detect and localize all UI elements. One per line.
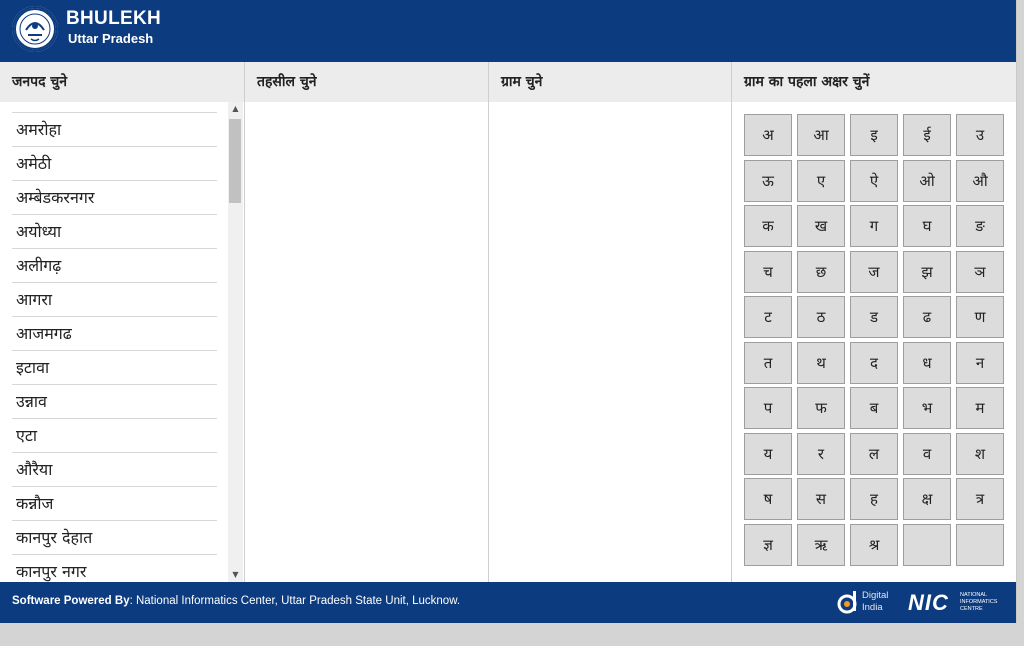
district-list-item[interactable]: अलीगढ़ bbox=[12, 248, 217, 282]
tehsil-panel[interactable] bbox=[245, 102, 489, 582]
tehsil-column-header: तहसील चुने bbox=[245, 62, 489, 102]
district-list-item[interactable]: आगरा bbox=[12, 282, 217, 316]
letter-button[interactable]: थ bbox=[797, 341, 845, 384]
letter-button[interactable]: ठ bbox=[797, 296, 845, 338]
letter-button[interactable]: ष bbox=[744, 478, 792, 520]
site-subtitle: Uttar Pradesh bbox=[68, 31, 154, 46]
digital-india-text-line1: Digital bbox=[862, 590, 889, 601]
letter-button[interactable]: त bbox=[744, 341, 792, 384]
nic-logo-text: NIC bbox=[908, 590, 949, 615]
letter-button[interactable]: ध bbox=[903, 341, 951, 384]
footer-credit-text: : National Informatics Center, Uttar Pra… bbox=[129, 595, 461, 607]
letter-button[interactable]: झ bbox=[903, 250, 951, 293]
site-footer: Software Powered By: National Informatic… bbox=[0, 582, 1016, 623]
district-list-items: अमरोहा अमेठी अम्बेडकरनगर अयोध्या अलीगढ़ आगरा आ… bbox=[0, 112, 217, 582]
nic-full-name-line3: CENTRE bbox=[960, 606, 983, 612]
letter-button[interactable]: ञ bbox=[956, 250, 1004, 293]
letter-button[interactable]: इ bbox=[850, 114, 898, 156]
letter-button[interactable]: आ bbox=[797, 114, 845, 156]
letter-button[interactable]: न bbox=[956, 341, 1004, 384]
nic-full-name-line2: INFORMATICS bbox=[960, 599, 998, 605]
district-list-item[interactable]: कन्नौज bbox=[12, 486, 217, 520]
letter-button[interactable]: उ bbox=[956, 114, 1004, 156]
district-list-item[interactable]: अम्बेडकरनगर bbox=[12, 180, 217, 214]
letter-button[interactable]: ग bbox=[850, 205, 898, 247]
letter-button[interactable]: ढ bbox=[903, 296, 951, 338]
letter-button[interactable]: क्ष bbox=[903, 478, 951, 520]
scrollbar-thumb[interactable] bbox=[229, 119, 241, 203]
letter-button[interactable]: ण bbox=[956, 296, 1004, 338]
letter-button[interactable]: ज bbox=[850, 250, 898, 293]
letter-button[interactable]: ऐ bbox=[850, 159, 898, 202]
empty-letter-button bbox=[903, 523, 951, 566]
district-list[interactable]: अमरोहा अमेठी अम्बेडकरनगर अयोध्या अलीगढ़ आगरा आ… bbox=[0, 102, 228, 582]
first-letter-column-header: ग्राम का पहला अक्षर चुनें bbox=[744, 74, 870, 90]
digital-india-icon bbox=[837, 591, 857, 614]
district-list-item[interactable]: इटावा bbox=[12, 350, 217, 384]
nic-logo[interactable]: NIC NATIONAL INFORMATICS CENTRE bbox=[908, 590, 1008, 616]
letter-button[interactable]: ह bbox=[850, 478, 898, 520]
district-list-item[interactable]: अमेठी bbox=[12, 146, 217, 180]
district-list-item[interactable]: उन्नाव bbox=[12, 384, 217, 418]
site-title: BHULEKH bbox=[66, 8, 161, 29]
letter-button[interactable]: औ bbox=[956, 159, 1004, 202]
footer-credit-label: Software Powered By bbox=[12, 595, 130, 607]
letter-button[interactable]: प bbox=[744, 387, 792, 429]
digital-india-logo[interactable]: Digital India bbox=[836, 589, 894, 617]
letter-button[interactable]: क bbox=[744, 205, 792, 247]
scroll-down-arrow-icon[interactable]: ▼ bbox=[228, 568, 243, 582]
village-column-header: ग्राम चुने bbox=[489, 62, 732, 102]
letter-button[interactable]: ट bbox=[744, 296, 792, 338]
letter-button[interactable]: च bbox=[744, 250, 792, 293]
district-list-item[interactable]: अयोध्या bbox=[12, 214, 217, 248]
letter-button[interactable]: ख bbox=[797, 205, 845, 247]
site-header: BHULEKH Uttar Pradesh bbox=[0, 0, 1016, 62]
letter-button[interactable]: ऋ bbox=[797, 523, 845, 566]
district-list-scrollbar[interactable]: ▲ ▼ bbox=[228, 102, 243, 582]
district-list-item[interactable]: अमरोहा bbox=[12, 112, 217, 146]
letter-button[interactable]: ऊ bbox=[744, 159, 792, 202]
letter-button[interactable]: र bbox=[797, 432, 845, 475]
letter-button[interactable]: अ bbox=[744, 114, 792, 156]
column-header-row: जनपद चुने तहसील चुने ग्राम चुने ग्राम का… bbox=[0, 62, 1016, 103]
letter-button[interactable]: ड bbox=[850, 296, 898, 338]
letter-button[interactable]: ए bbox=[797, 159, 845, 202]
district-list-item[interactable]: कानपुर देहात bbox=[12, 520, 217, 554]
empty-letter-button bbox=[956, 523, 1004, 566]
letter-button[interactable]: ब bbox=[850, 387, 898, 429]
letter-button[interactable]: ङ bbox=[956, 205, 1004, 247]
village-panel[interactable] bbox=[489, 102, 732, 582]
scroll-up-arrow-icon[interactable]: ▲ bbox=[228, 102, 243, 116]
district-list-item[interactable]: कानपुर नगर bbox=[12, 554, 217, 582]
digital-india-text-line2: India bbox=[862, 602, 883, 613]
letter-button[interactable]: भ bbox=[903, 387, 951, 429]
letter-button[interactable]: द bbox=[850, 341, 898, 384]
letter-button[interactable]: फ bbox=[797, 387, 845, 429]
district-list-item[interactable]: औरैया bbox=[12, 452, 217, 486]
district-list-item[interactable]: आजमगढ bbox=[12, 316, 217, 350]
letter-button[interactable]: ल bbox=[850, 432, 898, 475]
letter-button[interactable]: स bbox=[797, 478, 845, 520]
letter-button[interactable]: ज्ञ bbox=[744, 523, 792, 566]
letter-button[interactable]: श्र bbox=[850, 523, 898, 566]
letter-button-grid: अआइईउऊएऐओऔकखगघङचछजझञटठडढणतथदधनपफबभमयरलवश… bbox=[744, 114, 1004, 566]
nic-full-name-line1: NATIONAL bbox=[960, 592, 988, 598]
district-list-item[interactable]: एटा bbox=[12, 418, 217, 452]
letter-button[interactable]: श bbox=[956, 432, 1004, 475]
district-panel: अमरोहा अमेठी अम्बेडकरनगर अयोध्या अलीगढ़ आगरा आ… bbox=[0, 102, 245, 582]
up-state-emblem-icon bbox=[12, 6, 58, 52]
letter-button[interactable]: ई bbox=[903, 114, 951, 156]
letter-button[interactable]: त्र bbox=[956, 478, 1004, 520]
letter-button[interactable]: म bbox=[956, 387, 1004, 429]
bhulekh-app: BHULEKH Uttar Pradesh जनपद चुने तहसील चु… bbox=[0, 0, 1017, 623]
letter-button[interactable]: छ bbox=[797, 250, 845, 293]
letter-button[interactable]: ओ bbox=[903, 159, 951, 202]
footer-credit: Software Powered By: National Informatic… bbox=[12, 595, 460, 607]
district-column-header: जनपद चुने bbox=[0, 62, 245, 102]
letter-button[interactable]: व bbox=[903, 432, 951, 475]
letter-button[interactable]: घ bbox=[903, 205, 951, 247]
first-letter-panel: अआइईउऊएऐओऔकखगघङचछजझञटठडढणतथदधनपफबभमयरलवश… bbox=[732, 102, 1016, 582]
letter-button[interactable]: य bbox=[744, 432, 792, 475]
